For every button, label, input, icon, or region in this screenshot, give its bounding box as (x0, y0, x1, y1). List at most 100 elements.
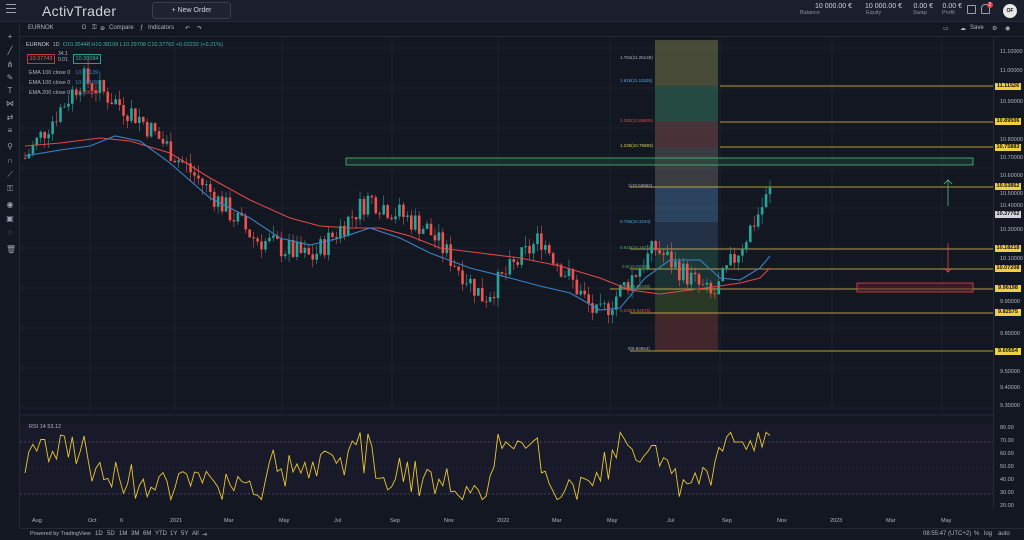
new-order-button[interactable]: + New Order (152, 2, 231, 19)
fib-label: 0.382(9.96198) (620, 284, 651, 289)
candle-body (118, 99, 121, 106)
balance-label: Balance (800, 10, 820, 16)
timeframe-all[interactable]: All (192, 531, 199, 537)
redo-icon[interactable]: ↷ (197, 25, 202, 32)
candle-body (417, 215, 421, 234)
time-tick: Sep (722, 518, 732, 524)
candle-body (43, 131, 47, 139)
timeframe-5y[interactable]: 5Y (181, 531, 188, 537)
target-zone[interactable] (856, 282, 974, 293)
candle-body (634, 275, 638, 277)
fibonacci-zones[interactable] (655, 40, 718, 351)
lock-icon[interactable]: ▣ (6, 215, 14, 223)
candle-body (208, 184, 212, 192)
candle-body (295, 241, 299, 257)
candle-body (461, 270, 464, 285)
avatar[interactable]: OF (1003, 4, 1017, 18)
date-range-icon[interactable]: ⇥ (202, 531, 207, 538)
timeframe-1y[interactable]: 1Y (170, 531, 177, 537)
candle-body (378, 213, 382, 215)
candle-body (366, 195, 370, 215)
fullscreen-icon[interactable]: ▭ (943, 25, 949, 32)
ruler-icon[interactable]: ⟋ (6, 171, 14, 179)
price-tag: 10.89506 (995, 118, 1021, 125)
ema-legend-row[interactable]: EMA 100 close 0 10.15139 (29, 70, 98, 76)
time-tick: 2023 (830, 518, 843, 524)
timeframe-1m[interactable]: 1M (119, 531, 127, 537)
gift-icon[interactable] (967, 5, 976, 14)
price-chart[interactable] (20, 38, 993, 528)
profit-label: Profit (942, 10, 955, 16)
candle-body (394, 216, 397, 220)
crosshair-icon[interactable]: + (6, 33, 14, 41)
chart-type-icon[interactable]: ⚿ (92, 25, 97, 32)
timeframe-1d[interactable]: 1D (95, 531, 103, 537)
hide-icon[interactable]: ◌ (6, 229, 14, 237)
camera-icon[interactable]: ◉ (1005, 25, 1010, 32)
candle-body (540, 233, 543, 250)
text-icon[interactable]: T (6, 87, 14, 95)
price-tick: 10.60000 (1000, 173, 1023, 179)
fib-icon[interactable]: ≡ (6, 127, 14, 135)
spread-bottom: 0.01 (58, 57, 68, 63)
rsi-tick: 30.00 (1000, 490, 1014, 496)
candle-body (315, 253, 318, 260)
candle-body (477, 287, 480, 296)
resistance-zone[interactable] (345, 157, 974, 166)
brush-icon[interactable]: ✎ (6, 74, 14, 82)
measure-icon[interactable]: ⇄ (6, 114, 14, 122)
timeframe-6m[interactable]: 6M (143, 531, 151, 537)
candle-body (563, 275, 567, 277)
interval-selector[interactable]: D (82, 25, 86, 31)
buy-button[interactable]: 10.38084 (73, 54, 101, 64)
pattern-icon[interactable]: ⋈ (6, 100, 14, 108)
down-arrow[interactable] (943, 243, 953, 273)
rsi-legend[interactable]: RSI 14 53.12 (29, 424, 61, 430)
candle-body (31, 144, 35, 154)
save-button[interactable]: Save (970, 25, 984, 31)
equity-value: 10 000.00 € (865, 3, 902, 10)
ema-legend-row[interactable]: EMA 200 close 0 10.09934 (29, 90, 98, 96)
ema-legend-value: 10.15139 (75, 80, 99, 86)
candle-body (666, 251, 669, 255)
candle-body (114, 99, 117, 105)
settings-gear-icon[interactable]: ⚙ (992, 25, 997, 32)
candle-body (508, 259, 512, 275)
price-grid (20, 38, 993, 410)
zoom-icon[interactable]: ⚲ (6, 143, 14, 151)
time-tick: Jul (667, 518, 675, 524)
log-toggle[interactable]: log (984, 531, 992, 537)
timeframe-3m[interactable]: 3M (131, 531, 139, 537)
ema-legend-label: EMA 200 close 0 (29, 90, 71, 96)
trendline-icon[interactable]: ╱ (6, 47, 14, 55)
cloud-icon[interactable]: ☁ (960, 25, 966, 32)
eye-icon[interactable]: ◉ (6, 201, 14, 209)
sell-button[interactable]: 10.37743 (27, 54, 55, 64)
ema-legend-row[interactable]: EMA 100 close 0 10.15139 (29, 80, 98, 86)
candle-body (272, 235, 275, 238)
trash-icon[interactable]: 🗑 (6, 246, 16, 254)
percent-toggle[interactable]: % (974, 531, 979, 537)
hamburger-menu-icon[interactable] (6, 4, 16, 14)
price-tick: 10.80000 (1000, 137, 1023, 143)
compare-button[interactable]: Compare (109, 25, 134, 31)
candle-body (457, 266, 460, 271)
candle-body (346, 216, 350, 236)
candle-body (59, 107, 62, 122)
fib-label: 1.236(10.75883) (620, 143, 654, 148)
lock-drawing-icon[interactable]: ⚿ (6, 185, 14, 193)
pitchfork-icon[interactable]: ⋔ (6, 61, 14, 69)
time-tick: Mar (552, 518, 562, 524)
indicators-button[interactable]: Indicators (148, 25, 174, 31)
price-tag: 9.60554 (995, 348, 1021, 355)
undo-icon[interactable]: ↶ (185, 25, 190, 32)
up-arrow[interactable] (943, 179, 953, 206)
timeframe-5d[interactable]: 5D (107, 531, 115, 537)
symbol-search[interactable]: EURNOK (28, 25, 54, 31)
magnet-icon[interactable]: ∩ (6, 157, 14, 165)
timeframe-ytd[interactable]: YTD (155, 531, 167, 537)
candle-body (102, 80, 106, 92)
candle-body (496, 271, 500, 299)
auto-toggle[interactable]: auto (998, 531, 1010, 537)
candle-body (733, 254, 736, 263)
